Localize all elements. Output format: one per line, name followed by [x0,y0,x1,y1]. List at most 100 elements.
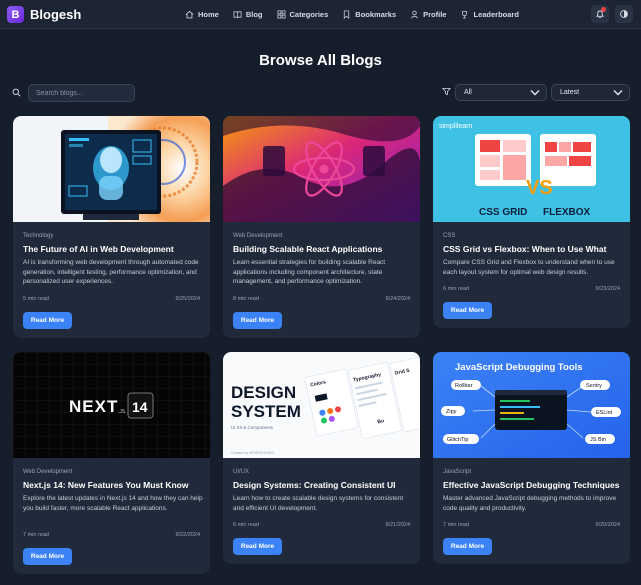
card-thumbnail [13,116,210,222]
card-description: Master advanced JavaScript debugging met… [443,495,617,512]
read-more-button[interactable]: Read More [233,312,282,329]
trophy-icon [462,10,468,19]
image-tag-eslint: ESLint [596,410,613,416]
image-design-credit: Created by SEVENSTUDIO [231,451,274,455]
sort-select-value: Latest [560,89,580,96]
card-category: Technology [23,233,54,239]
page-title: Browse All Blogs [259,52,382,69]
image-next-sub: .JS [118,409,126,415]
card-read-time: 5 min read [23,296,49,302]
book-icon [233,11,242,19]
read-more-button[interactable]: Read More [443,538,492,555]
image-tag-glitchtip: GlitchTip [447,437,469,443]
card-read-time: 7 min read [23,532,49,538]
home-icon [185,10,194,19]
read-more-button[interactable]: Read More [23,312,72,329]
nav-profile-label: Profile [423,10,447,19]
card-read-time: 8 min read [233,296,259,302]
card-thumbnail: simplilearn VS CSS GRID FLEXBOX [433,116,630,222]
theme-toggle-button[interactable] [615,5,633,23]
theme-toggle-icon [620,10,628,18]
card-category: UI/UX [233,469,250,475]
nav-categories[interactable]: Categories [277,10,329,19]
image-tag-sentry: Sentry [586,383,602,389]
card-read-time: 7 min read [443,522,469,528]
image-vs: VS [526,177,553,199]
search-icon [12,88,21,97]
image-js-heading: JavaScript Debugging Tools [455,362,583,373]
nav-bookmarks[interactable]: Bookmarks [342,10,396,19]
nav-leaderboard-label: Leaderboard [473,10,519,19]
grid-icon [277,10,286,19]
search-input[interactable] [28,84,135,102]
nav-blog[interactable]: Blog [233,10,263,19]
card-description: Learn how to create scalable design syst… [233,495,404,512]
card-title[interactable]: The Future of AI in Web Development [23,244,203,254]
nav-profile[interactable]: Profile [410,10,446,19]
brand-name: Blogesh [30,7,82,22]
image-design-line1: DESIGN [231,383,296,402]
card-thumbnail: DESIGN SYSTEM UI Kit & Components Create… [223,352,420,458]
brand[interactable]: B Blogesh [7,6,81,23]
card-date: 9/24/2024 [385,296,410,302]
card-category: JavaScript [443,469,472,475]
filter-icon [442,87,451,96]
nav-leaderboard[interactable]: Leaderboard [460,10,519,19]
image-design-sub: UI Kit & Components [231,425,274,430]
image-left-label: CSS GRID [479,207,527,218]
category-select-value: All [464,89,472,96]
card-title[interactable]: Effective JavaScript Debugging Technique… [443,480,623,490]
read-more-button[interactable]: Read More [443,302,492,319]
image-next-version: 14 [132,399,148,415]
card-title[interactable]: CSS Grid vs Flexbox: When to Use What [443,244,623,254]
card-date: 9/21/2024 [385,522,410,528]
blog-card[interactable]: JavaScript Debugging Tools Rollbar Sentr… [433,352,630,564]
image-brand: simplilearn [439,123,473,130]
nav-home-label: Home [198,10,219,19]
card-title[interactable]: Building Scalable React Applications [233,244,413,254]
card-category: Web Development [233,233,283,239]
top-navbar: B Blogesh Home Blog Categories Bookmarks… [0,0,641,29]
card-description: Learn essential strategies for building … [233,259,386,285]
card-read-time: 6 min read [443,286,469,292]
read-more-button[interactable]: Read More [23,548,72,565]
chevron-down-icon [530,90,540,96]
category-select[interactable]: All [455,84,547,101]
read-more-button[interactable]: Read More [233,538,282,555]
bookmark-icon [344,10,350,19]
blog-card[interactable]: Web Development Building Scalable React … [223,116,420,338]
image-tag-jsbin: JS Bin [590,437,606,443]
nav-categories-label: Categories [289,10,329,19]
card-date: 9/22/2024 [175,532,200,538]
card-date: 9/25/2024 [175,296,200,302]
card-category: CSS [443,233,456,239]
card-category: Web Development [23,469,73,475]
blog-card[interactable]: NEXT .JS 14 Web Development Next.js 14: … [13,352,210,574]
card-thumbnail: JavaScript Debugging Tools Rollbar Sentr… [433,352,630,458]
blog-card[interactable]: DESIGN SYSTEM UI Kit & Components Create… [223,352,420,564]
image-tag-zipy: Zipy [446,409,457,415]
notifications-button[interactable] [591,5,609,23]
card-date: 9/20/2024 [595,522,620,528]
image-design-line2: SYSTEM [231,402,301,421]
card-date: 9/23/2024 [595,286,620,292]
nav-home[interactable]: Home [185,10,219,19]
nav-blog-label: Blog [245,10,263,19]
blog-card[interactable]: Technology The Future of AI in Web Devel… [13,116,210,338]
card-title[interactable]: Next.js 14: New Features You Must Know [23,480,203,490]
sort-select[interactable]: Latest [551,84,630,101]
card-thumbnail [223,116,420,222]
card-read-time: 6 min read [233,522,259,528]
nav-actions [591,5,633,23]
card-title[interactable]: Design Systems: Creating Consistent UI [233,480,413,490]
chevron-down-icon [613,90,623,96]
card-thumbnail: NEXT .JS 14 [13,352,210,458]
card-description: AI is transforming web development throu… [23,259,199,285]
image-right-label: FLEXBOX [543,207,591,218]
card-description: Explore the latest updates in Next.js 14… [23,495,203,512]
blog-card[interactable]: simplilearn VS CSS GRID FLEXBOX CSS CSS … [433,116,630,328]
card-description: Compare CSS Grid and Flexbox to understa… [443,259,615,276]
notification-badge [601,7,606,12]
nav-bookmarks-label: Bookmarks [355,10,397,19]
image-next-logo: NEXT [69,397,118,416]
